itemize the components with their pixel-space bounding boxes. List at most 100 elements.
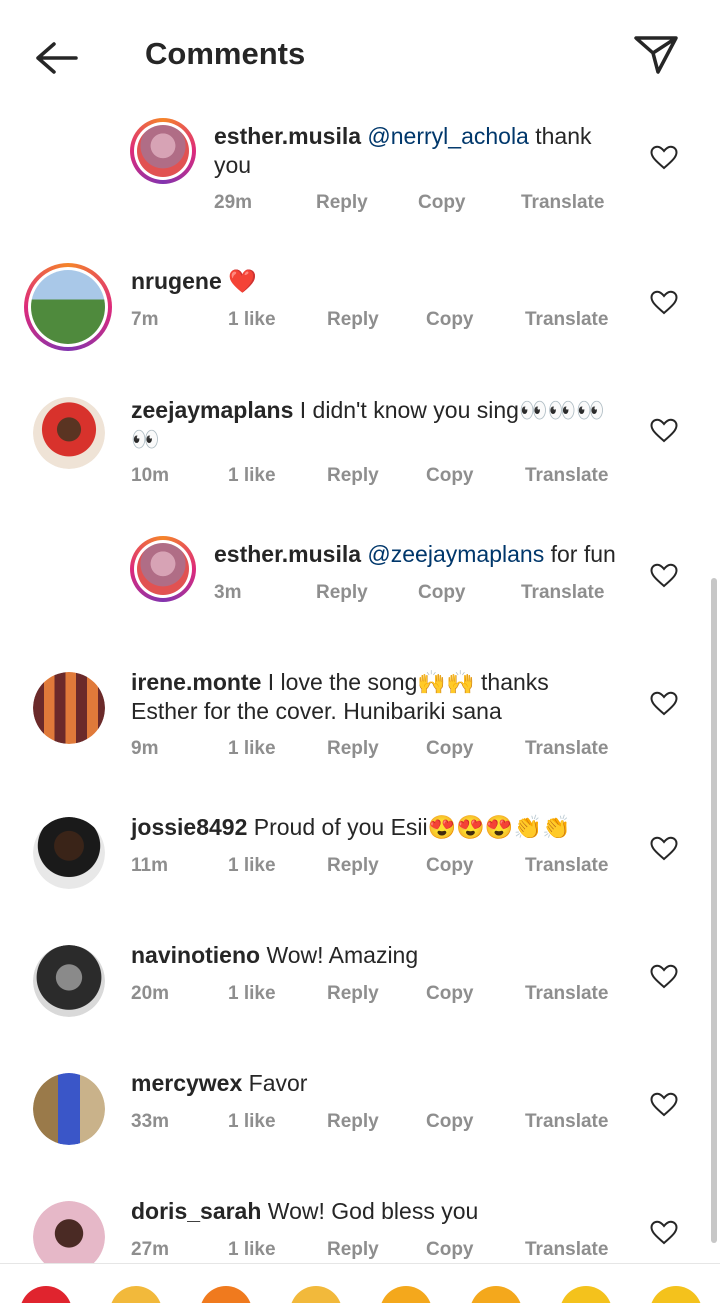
avatar[interactable] (130, 118, 196, 184)
comment-username[interactable]: navinotieno (131, 942, 260, 968)
copy-button[interactable]: Copy (426, 855, 474, 877)
heart-outline-icon[interactable] (649, 561, 679, 591)
comment-time: 27m (131, 1239, 170, 1260)
scrollbar[interactable] (711, 578, 717, 1243)
reply-button[interactable]: Reply (327, 983, 379, 1005)
comment-body: Favor (248, 1070, 308, 1096)
comment-text: navinotieno Wow! Amazing (131, 941, 621, 970)
comment-meta: 20m 1 like Reply Copy Translate (131, 983, 631, 1007)
comment-time: 33m (131, 1111, 170, 1132)
crying-emoji-icon[interactable] (380, 1286, 432, 1303)
copy-button[interactable]: Copy (418, 582, 466, 604)
comment-meta: 33m 1 like Reply Copy Translate (131, 1111, 631, 1135)
header-bar: Comments (0, 0, 720, 110)
likes-count[interactable]: 1 like (228, 983, 276, 1005)
reply-button[interactable]: Reply (327, 465, 379, 487)
reply-button[interactable]: Reply (327, 1239, 379, 1261)
laughing-emoji-icon[interactable] (650, 1286, 702, 1303)
comment-body: Wow! God bless you (267, 1198, 479, 1224)
likes-count[interactable]: 1 like (228, 1111, 276, 1133)
copy-button[interactable]: Copy (426, 983, 474, 1005)
comment-username[interactable]: esther.musila (214, 123, 361, 149)
comment-username[interactable]: doris_sarah (131, 1198, 261, 1224)
comment-body: I love the song🙌🙌 thanks (267, 669, 549, 695)
avatar[interactable] (33, 945, 105, 1017)
comment-mention[interactable]: @zeejaymaplans (367, 541, 544, 567)
avatar[interactable] (33, 397, 105, 469)
share-button[interactable] (628, 28, 684, 80)
reply-button[interactable]: Reply (327, 738, 379, 760)
comment-text: esther.musila @nerryl_achola thank you (214, 122, 614, 180)
comment-body-line2: you (214, 152, 252, 178)
translate-button[interactable]: Translate (525, 738, 608, 760)
copy-button[interactable]: Copy (426, 1239, 474, 1261)
heart-eyes-emoji-icon[interactable] (470, 1286, 522, 1303)
likes-count[interactable]: 1 like (228, 465, 276, 487)
comment-time: 10m (131, 465, 170, 486)
translate-button[interactable]: Translate (525, 465, 608, 487)
reply-button[interactable]: Reply (316, 582, 368, 604)
likes-count[interactable]: 1 like (228, 738, 276, 760)
avatar[interactable] (33, 817, 105, 889)
clap-emoji-icon[interactable] (290, 1286, 342, 1303)
comment-time: 3m (214, 582, 242, 603)
emoji-reaction-bar (0, 1263, 720, 1303)
translate-button[interactable]: Translate (525, 855, 608, 877)
translate-button[interactable]: Translate (521, 192, 604, 214)
comment-username[interactable]: nrugene (131, 268, 222, 294)
heart-outline-icon[interactable] (649, 834, 679, 864)
translate-button[interactable]: Translate (521, 582, 604, 604)
avatar[interactable] (130, 536, 196, 602)
comment-username[interactable]: irene.monte (131, 669, 261, 695)
reply-button[interactable]: Reply (316, 192, 368, 214)
copy-button[interactable]: Copy (418, 192, 466, 214)
avatar[interactable] (33, 672, 105, 744)
comment-text: mercywex Favor (131, 1069, 621, 1098)
comment-meta: 10m 1 like Reply Copy Translate (131, 465, 631, 489)
comment-username[interactable]: zeejaymaplans (131, 397, 293, 423)
comment-mention[interactable]: @nerryl_achola (367, 123, 528, 149)
heart-outline-icon[interactable] (649, 1090, 679, 1120)
avatar[interactable] (24, 263, 112, 351)
translate-button[interactable]: Translate (525, 1111, 608, 1133)
likes-count[interactable]: 1 like (228, 309, 276, 331)
translate-button[interactable]: Translate (525, 1239, 608, 1261)
comment-time: 9m (131, 738, 159, 759)
comment-text: nrugene ❤️ (131, 267, 611, 296)
likes-count[interactable]: 1 like (228, 855, 276, 877)
comment-username[interactable]: esther.musila (214, 541, 361, 567)
copy-button[interactable]: Copy (426, 465, 474, 487)
comment-username[interactable]: jossie8492 (131, 814, 247, 840)
likes-count[interactable]: 1 like (228, 1239, 276, 1261)
reply-button[interactable]: Reply (327, 1111, 379, 1133)
reply-button[interactable]: Reply (327, 309, 379, 331)
comment-time: 11m (131, 855, 168, 876)
raised-hands-emoji-icon[interactable] (110, 1286, 162, 1303)
arrow-left-icon (36, 42, 78, 74)
heart-outline-icon[interactable] (649, 288, 679, 318)
copy-button[interactable]: Copy (426, 1111, 474, 1133)
comment-username[interactable]: mercywex (131, 1070, 242, 1096)
translate-button[interactable]: Translate (525, 983, 608, 1005)
page-title: Comments (145, 36, 306, 71)
comment-body: Proud of you Esii😍😍😍👏👏 (253, 814, 571, 840)
fire-emoji-icon[interactable] (200, 1286, 252, 1303)
copy-button[interactable]: Copy (426, 738, 474, 760)
comment-text: esther.musila @zeejaymaplans for fun (214, 540, 634, 569)
heart-outline-icon[interactable] (649, 962, 679, 992)
comment-meta: 29m Reply Copy Translate (214, 192, 634, 216)
avatar[interactable] (33, 1073, 105, 1145)
heart-outline-icon[interactable] (649, 1218, 679, 1248)
heart-emoji-icon[interactable] (20, 1286, 72, 1303)
back-button[interactable] (28, 30, 84, 86)
translate-button[interactable]: Translate (525, 309, 608, 331)
heart-outline-icon[interactable] (649, 143, 679, 173)
comment-body: Wow! Amazing (266, 942, 419, 968)
copy-button[interactable]: Copy (426, 309, 474, 331)
comment-meta: 7m 1 like Reply Copy Translate (131, 309, 631, 333)
surprised-emoji-icon[interactable] (560, 1286, 612, 1303)
comment-meta: 3m Reply Copy Translate (214, 582, 634, 606)
heart-outline-icon[interactable] (649, 689, 679, 719)
heart-outline-icon[interactable] (649, 416, 679, 446)
reply-button[interactable]: Reply (327, 855, 379, 877)
